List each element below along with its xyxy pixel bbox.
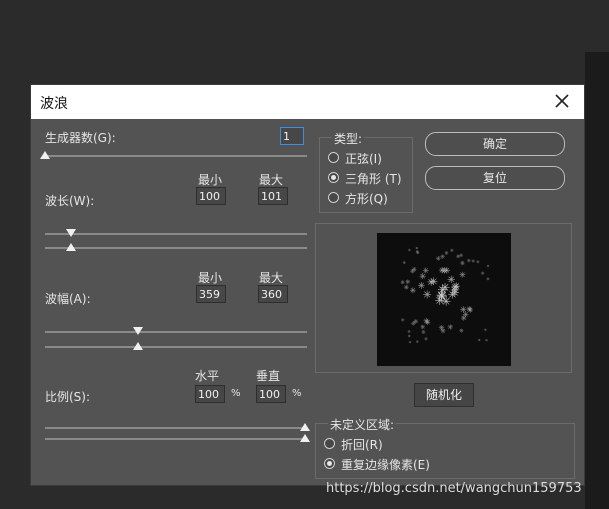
type-square-radio[interactable] (328, 192, 339, 203)
amplitude-label: 波幅(A): (45, 292, 91, 306)
generators-slider-track[interactable] (45, 155, 307, 157)
scale-vertical-input[interactable]: 100 (256, 385, 286, 403)
wave-filter-dialog: 波浪 生成器数(G): 1 最小 最大 波长(W): 100 101 最小 最大… (30, 84, 585, 486)
generators-label: 生成器数(G): (45, 131, 116, 145)
wrap-around-radio[interactable] (324, 438, 335, 449)
generators-input[interactable]: 1 (280, 127, 304, 145)
repeat-edge-pixels-label[interactable]: 重复边缘像素(E) (341, 456, 430, 473)
amplitude-min-slider-track[interactable] (45, 331, 307, 333)
ok-button[interactable]: 确定 (425, 132, 565, 156)
amplitude-max-input[interactable]: 360 (258, 285, 288, 303)
wavelength-min-label: 最小 (198, 173, 223, 187)
scale-vertical-label: 垂直 (256, 369, 281, 383)
amplitude-max-slider-thumb[interactable] (133, 342, 143, 350)
wavelength-min-input[interactable]: 100 (196, 187, 226, 205)
scale-horizontal-label: 水平 (195, 369, 220, 383)
wave-preview-image (377, 233, 511, 366)
type-triangle-label[interactable]: 三角形 (T) (345, 170, 402, 187)
wavelength-min-slider-thumb[interactable] (66, 229, 76, 237)
close-icon[interactable] (552, 91, 572, 111)
reset-button[interactable]: 复位 (425, 166, 565, 190)
scale-vertical-slider-thumb[interactable] (300, 434, 310, 442)
wavelength-min-slider-track[interactable] (45, 233, 307, 235)
type-triangle-radio[interactable] (328, 172, 339, 183)
scale-label: 比例(S): (45, 390, 91, 404)
wavelength-label: 波长(W): (45, 194, 95, 208)
amplitude-max-slider-track[interactable] (45, 346, 307, 348)
wavelength-max-slider-track[interactable] (45, 247, 307, 249)
randomize-button[interactable]: 随机化 (414, 383, 474, 407)
type-square-label[interactable]: 方形(Q) (345, 190, 388, 207)
dialog-titlebar: 波浪 (31, 85, 584, 119)
scale-vertical-slider-track[interactable] (45, 438, 307, 440)
wavelength-max-label: 最大 (259, 173, 284, 187)
scale-horizontal-unit: % (231, 388, 241, 399)
type-sine-radio[interactable] (328, 152, 339, 163)
watermark-url: https://blog.csdn.net/wangchun159753 (326, 481, 582, 496)
amplitude-max-label: 最大 (259, 271, 284, 285)
wrap-around-label[interactable]: 折回(R) (341, 436, 383, 453)
amplitude-min-label: 最小 (198, 271, 223, 285)
type-sine-label[interactable]: 正弦(I) (345, 150, 382, 167)
scale-horizontal-slider-track[interactable] (45, 427, 307, 429)
dialog-title: 波浪 (40, 96, 68, 112)
type-group-label: 类型: (332, 130, 365, 147)
type-group: 类型: 正弦(I) 三角形 (T) 方形(Q) (319, 130, 413, 213)
background-panel (585, 52, 609, 509)
preview-frame (315, 223, 572, 373)
scale-horizontal-input[interactable]: 100 (195, 385, 225, 403)
undefined-area-label: 未定义区域: (328, 416, 397, 433)
wavelength-max-slider-thumb[interactable] (66, 243, 76, 251)
scale-horizontal-slider-thumb[interactable] (300, 423, 310, 431)
amplitude-min-slider-thumb[interactable] (133, 327, 143, 335)
undefined-area-group: 未定义区域: 折回(R) 重复边缘像素(E) (315, 416, 575, 479)
generators-slider-thumb[interactable] (40, 151, 50, 159)
amplitude-min-input[interactable]: 359 (196, 285, 226, 303)
wavelength-max-input[interactable]: 101 (258, 187, 288, 205)
scale-vertical-unit: % (292, 388, 302, 399)
repeat-edge-pixels-radio[interactable] (324, 458, 335, 469)
